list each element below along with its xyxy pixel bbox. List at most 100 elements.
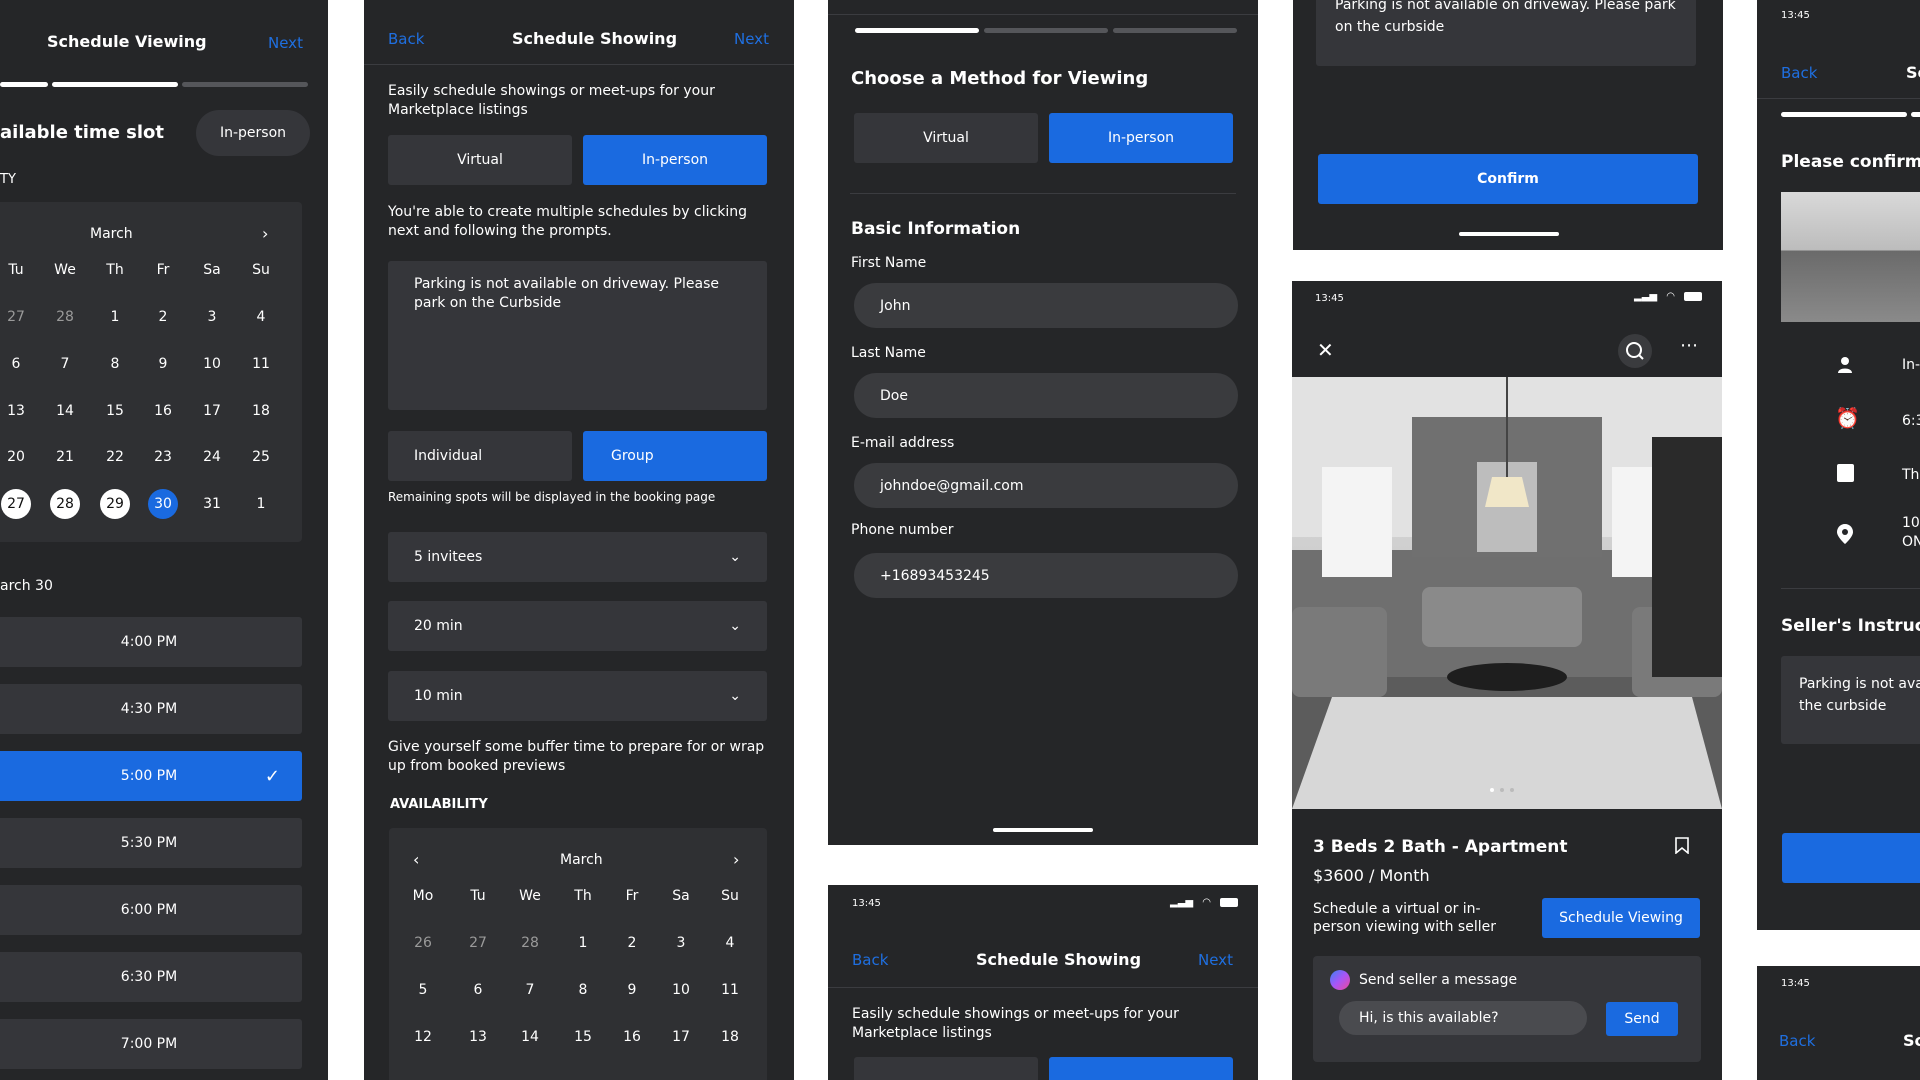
calendar-day[interactable]: 30 bbox=[148, 489, 178, 519]
calendar-day[interactable]: 16 bbox=[612, 1029, 652, 1045]
buffer-select[interactable]: 10 min ⌄ bbox=[388, 671, 767, 721]
last-name-field[interactable]: Doe bbox=[854, 373, 1238, 418]
calendar-day[interactable]: 26 bbox=[403, 935, 443, 951]
back-link[interactable]: Back bbox=[1781, 64, 1817, 82]
time-slot[interactable]: 7:00 PM bbox=[0, 1019, 302, 1069]
calendar-day[interactable]: 18 bbox=[241, 403, 281, 419]
next-link[interactable]: Next bbox=[1198, 951, 1233, 969]
virtual-button[interactable]: Virtual bbox=[388, 135, 572, 185]
time-slot[interactable]: 5:00 PM ✓ bbox=[0, 751, 302, 801]
inperson-button[interactable]: In-person bbox=[1049, 113, 1233, 163]
calendar-day[interactable]: 10 bbox=[661, 982, 701, 998]
duration-select[interactable]: 20 min ⌄ bbox=[388, 601, 767, 651]
calendar-day[interactable]: 4 bbox=[241, 309, 281, 325]
calendar-day[interactable]: 8 bbox=[563, 982, 603, 998]
more-icon[interactable]: ⋯ bbox=[1680, 335, 1698, 356]
calendar-day[interactable]: 15 bbox=[563, 1029, 603, 1045]
confirm-button[interactable]: Confirm bbox=[1318, 154, 1698, 204]
calendar-day[interactable]: 20 bbox=[0, 449, 36, 465]
individual-button[interactable]: Individual bbox=[388, 431, 572, 481]
calendar-day[interactable]: 18 bbox=[710, 1029, 750, 1045]
send-button[interactable]: Send bbox=[1606, 1002, 1678, 1036]
page-title: Schedule Showing bbox=[976, 950, 1142, 969]
calendar-day[interactable]: 6 bbox=[0, 356, 36, 372]
calendar-day[interactable]: 27 bbox=[458, 935, 498, 951]
calendar-day[interactable]: 25 bbox=[241, 449, 281, 465]
calendar-day[interactable]: 27 bbox=[0, 309, 36, 325]
calendar-day[interactable]: 24 bbox=[192, 449, 232, 465]
calendar-day[interactable]: 22 bbox=[95, 449, 135, 465]
status-time: 13:45 bbox=[1781, 978, 1810, 989]
calendar-day[interactable]: 1 bbox=[241, 496, 281, 512]
calendar-day[interactable]: 9 bbox=[612, 982, 652, 998]
calendar-day[interactable]: 11 bbox=[241, 356, 281, 372]
calendar-day[interactable]: 7 bbox=[45, 356, 85, 372]
time-slot[interactable]: 4:30 PM bbox=[0, 684, 302, 734]
time-slot[interactable]: 6:30 PM bbox=[0, 952, 302, 1002]
calendar-day[interactable]: 28 bbox=[510, 935, 550, 951]
mode-pill[interactable]: In-person bbox=[196, 110, 310, 156]
calendar-day[interactable]: 13 bbox=[0, 403, 36, 419]
calendar-day[interactable]: 1 bbox=[95, 309, 135, 325]
calendar-day[interactable]: 1 bbox=[563, 935, 603, 951]
calendar-day[interactable]: 6 bbox=[458, 982, 498, 998]
calendar-day[interactable]: 14 bbox=[510, 1029, 550, 1045]
back-link[interactable]: Back bbox=[1779, 1032, 1815, 1050]
calendar-day[interactable]: 31 bbox=[192, 496, 232, 512]
back-link[interactable]: Back bbox=[852, 951, 888, 969]
chevron-left-icon[interactable]: ‹ bbox=[413, 850, 419, 869]
instructions-text: Parking is not available on driveway. Pl… bbox=[1335, 0, 1676, 35]
close-icon[interactable]: ✕ bbox=[1317, 338, 1334, 362]
calendar-day[interactable]: 9 bbox=[143, 356, 183, 372]
virtual-button[interactable]: Virtual bbox=[854, 113, 1038, 163]
email-field[interactable]: johndoe@gmail.com bbox=[854, 463, 1238, 508]
chevron-right-icon[interactable]: › bbox=[733, 850, 739, 869]
calendar-day[interactable]: 15 bbox=[95, 403, 135, 419]
phone-field[interactable]: +16893453245 bbox=[854, 553, 1238, 598]
calendar-day[interactable]: 12 bbox=[403, 1029, 443, 1045]
calendar-day[interactable]: 17 bbox=[192, 403, 232, 419]
time-slot[interactable]: 5:30 PM bbox=[0, 818, 302, 868]
invitees-select[interactable]: 5 invitees ⌄ bbox=[388, 532, 767, 582]
time-slot[interactable]: 6:00 PM bbox=[0, 885, 302, 935]
calendar-day[interactable]: 4 bbox=[710, 935, 750, 951]
calendar-day[interactable]: 27 bbox=[1, 489, 31, 519]
weekday-label: Sa bbox=[672, 888, 690, 904]
inperson-button[interactable] bbox=[1049, 1057, 1233, 1080]
calendar-day[interactable]: 17 bbox=[661, 1029, 701, 1045]
calendar-day[interactable]: 14 bbox=[45, 403, 85, 419]
calendar-icon bbox=[1837, 464, 1854, 482]
group-button[interactable]: Group bbox=[583, 431, 767, 481]
calendar-day[interactable]: 28 bbox=[45, 309, 85, 325]
next-link[interactable]: Next bbox=[268, 34, 303, 52]
instructions-text: Parking is not available on driveway. Pl… bbox=[414, 276, 719, 311]
next-link[interactable]: Next bbox=[734, 30, 769, 48]
schedule-viewing-button[interactable]: Schedule Viewing bbox=[1542, 898, 1700, 938]
calendar-day[interactable]: 3 bbox=[192, 309, 232, 325]
first-name-field[interactable]: John bbox=[854, 283, 1238, 328]
calendar-day[interactable]: 2 bbox=[612, 935, 652, 951]
calendar-day[interactable]: 13 bbox=[458, 1029, 498, 1045]
calendar-day[interactable]: 7 bbox=[510, 982, 550, 998]
calendar-day[interactable]: 2 bbox=[143, 309, 183, 325]
calendar-day[interactable]: 3 bbox=[661, 935, 701, 951]
calendar-day[interactable]: 21 bbox=[45, 449, 85, 465]
calendar-day[interactable]: 16 bbox=[143, 403, 183, 419]
calendar-day[interactable]: 8 bbox=[95, 356, 135, 372]
calendar-day[interactable]: 10 bbox=[192, 356, 232, 372]
calendar-day[interactable]: 5 bbox=[403, 982, 443, 998]
calendar-day[interactable]: 23 bbox=[143, 449, 183, 465]
chevron-right-icon[interactable]: › bbox=[262, 224, 268, 243]
message-input[interactable]: Hi, is this available? bbox=[1339, 1001, 1587, 1035]
listing-photo[interactable] bbox=[1292, 377, 1722, 809]
bookmark-icon[interactable] bbox=[1675, 837, 1689, 855]
virtual-button[interactable] bbox=[854, 1057, 1038, 1080]
inperson-button[interactable]: In-person bbox=[583, 135, 767, 185]
search-icon[interactable] bbox=[1618, 334, 1652, 368]
back-link[interactable]: Back bbox=[388, 30, 424, 48]
calendar-day[interactable]: 28 bbox=[50, 489, 80, 519]
calendar-day[interactable]: 29 bbox=[100, 489, 130, 519]
calendar-day[interactable]: 11 bbox=[710, 982, 750, 998]
confirm-button[interactable] bbox=[1782, 833, 1920, 883]
time-slot[interactable]: 4:00 PM bbox=[0, 617, 302, 667]
